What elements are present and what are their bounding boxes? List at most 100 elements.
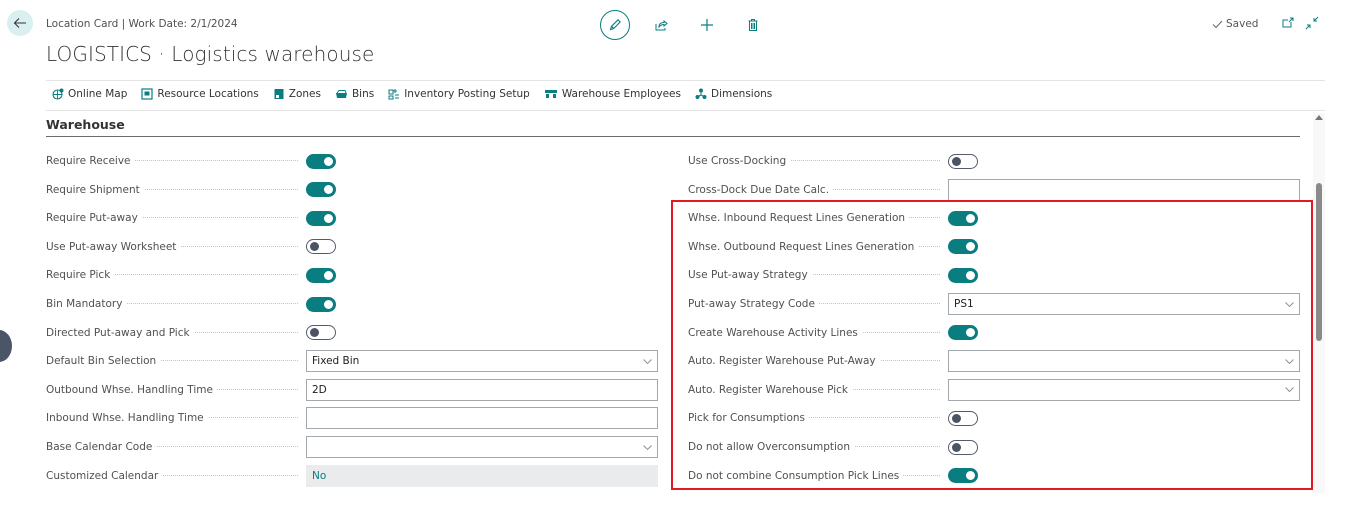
field-label-text: Whse. Inbound Request Lines Generation	[688, 212, 910, 225]
require-receive-toggle[interactable]	[306, 153, 336, 169]
scroll-thumb[interactable]	[1316, 183, 1322, 341]
breadcrumb: Location Card | Work Date: 2/1/2024	[46, 18, 238, 30]
field-use-cross-docking: Use Cross-Docking	[688, 150, 978, 172]
field-use-put-away-strategy: Use Put-away Strategy	[688, 264, 978, 286]
section-title-warehouse: Warehouse	[46, 117, 125, 132]
field-label-text: Bin Mandatory	[46, 298, 127, 310]
default-bin-selection-select[interactable]: Fixed Bin	[306, 350, 658, 373]
field-value: No	[312, 469, 327, 482]
field-label: Customized Calendar	[46, 469, 304, 482]
field-label: Use Put-away Strategy	[688, 269, 946, 282]
action-bar-divider	[46, 110, 1325, 111]
action-bar: Online Map Resource Locations Zones Bins Inv…	[52, 88, 786, 100]
action-resource-locations[interactable]: Resource Locations	[141, 88, 259, 100]
action-dimensions[interactable]: Dimensions	[695, 88, 772, 100]
field-whse-inbound-request-lines-generation: Whse. Inbound Request Lines Generation	[688, 207, 978, 229]
chevron-down-icon	[643, 358, 652, 364]
field-put-away-strategy-code: Put-away Strategy Code PS1	[688, 293, 1300, 315]
action-label: Resource Locations	[157, 88, 259, 100]
field-label-text: Use Cross-Docking	[688, 155, 791, 167]
saved-status: Saved	[1212, 18, 1258, 30]
field-value: PS1	[954, 298, 974, 310]
action-zones[interactable]: Zones	[273, 88, 321, 100]
action-label: Zones	[288, 88, 321, 100]
field-label-text: Whse. Outbound Request Lines Generation	[688, 240, 919, 253]
pick-for-consumptions-toggle[interactable]	[948, 410, 978, 426]
action-label: Warehouse Employees	[561, 88, 681, 100]
field-label-text: Directed Put-away and Pick	[46, 326, 194, 339]
cross-dock-due-date-calc-input[interactable]	[948, 178, 1300, 201]
field-do-not-combine-consumption-pick-lines: Do not combine Consumption Pick Lines	[688, 465, 978, 487]
back-button[interactable]	[7, 10, 33, 36]
field-label-text: Require Shipment	[46, 183, 144, 196]
edit-button[interactable]	[600, 10, 630, 40]
globe-map-icon	[52, 88, 64, 100]
chevron-down-icon	[1285, 301, 1294, 307]
field-label: Require Pick	[46, 269, 304, 282]
base-calendar-code-select[interactable]	[306, 436, 658, 458]
top-actions	[600, 10, 768, 40]
new-button[interactable]	[692, 10, 722, 40]
open-new-window-icon[interactable]	[1281, 16, 1295, 30]
auto-register-warehouse-pick-select[interactable]	[948, 378, 1300, 401]
field-label: Auto. Register Warehouse Pick	[688, 383, 946, 396]
action-online-map[interactable]: Online Map	[52, 88, 127, 100]
bin-mandatory-toggle[interactable]	[306, 296, 336, 312]
chevron-down-icon	[643, 444, 652, 450]
field-label: Do not allow Overconsumption	[688, 441, 946, 453]
inventory-setup-icon	[388, 88, 400, 100]
action-bins[interactable]: Bins	[335, 88, 374, 100]
whse-inbound-request-lines-generation-toggle[interactable]	[948, 210, 978, 226]
action-inventory-posting-setup[interactable]: Inventory Posting Setup	[388, 88, 530, 100]
field-label-text: Pick for Consumptions	[688, 412, 809, 425]
field-label-text: Customized Calendar	[46, 469, 163, 482]
vertical-scrollbar[interactable]	[1313, 113, 1325, 493]
pencil-icon	[609, 19, 621, 31]
field-outbound-whse-handling-time: Outbound Whse. Handling Time 2D	[46, 378, 658, 401]
do-not-allow-overconsumption-toggle[interactable]	[948, 439, 978, 455]
zones-icon	[273, 88, 285, 100]
collapse-icon[interactable]	[1305, 16, 1319, 30]
auto-register-warehouse-put-away-select[interactable]	[948, 350, 1300, 373]
require-put-away-toggle[interactable]	[306, 210, 336, 226]
use-put-away-strategy-toggle[interactable]	[948, 267, 978, 283]
field-label-text: Put-away Strategy Code	[688, 298, 819, 310]
field-label-text: Auto. Register Warehouse Pick	[688, 383, 853, 396]
use-put-away-worksheet-toggle[interactable]	[306, 239, 336, 255]
field-value: 2D	[312, 383, 327, 396]
field-directed-put-away-and-pick: Directed Put-away and Pick	[46, 322, 336, 344]
field-label: Put-away Strategy Code	[688, 298, 946, 310]
employees-icon	[544, 88, 558, 100]
field-require-shipment: Require Shipment	[46, 179, 336, 201]
plus-icon	[701, 19, 713, 31]
directed-put-away-and-pick-toggle[interactable]	[306, 325, 336, 341]
field-label-text: Outbound Whse. Handling Time	[46, 383, 217, 396]
put-away-strategy-code-select[interactable]: PS1	[948, 293, 1300, 315]
share-button[interactable]	[646, 10, 676, 40]
field-label-text: Inbound Whse. Handling Time	[46, 412, 208, 425]
inbound-whse-handling-time-input[interactable]	[306, 407, 658, 430]
field-default-bin-selection: Default Bin Selection Fixed Bin	[46, 350, 658, 373]
require-shipment-toggle[interactable]	[306, 182, 336, 198]
field-label-text: Use Put-away Worksheet	[46, 240, 181, 253]
field-label: Default Bin Selection	[46, 355, 304, 368]
field-label: Require Receive	[46, 155, 304, 167]
whse-outbound-request-lines-generation-toggle[interactable]	[948, 239, 978, 255]
field-require-pick: Require Pick	[46, 264, 336, 286]
side-panel-handle[interactable]	[0, 330, 12, 362]
field-label-text: Default Bin Selection	[46, 355, 161, 368]
require-pick-toggle[interactable]	[306, 267, 336, 283]
section-divider	[46, 136, 1300, 137]
field-use-put-away-worksheet: Use Put-away Worksheet	[46, 236, 336, 258]
action-label: Online Map	[68, 88, 128, 100]
outbound-whse-handling-time-input[interactable]: 2D	[306, 378, 658, 401]
dimensions-icon	[695, 88, 707, 100]
use-cross-docking-toggle[interactable]	[948, 153, 978, 169]
do-not-combine-consumption-pick-lines-toggle[interactable]	[948, 468, 978, 484]
create-warehouse-activity-lines-toggle[interactable]	[948, 325, 978, 341]
saved-label: Saved	[1226, 18, 1259, 30]
page-title: LOGISTICS · Logistics warehouse	[46, 42, 375, 66]
scroll-up-arrow-icon[interactable]	[1315, 115, 1323, 120]
delete-button[interactable]	[738, 10, 768, 40]
action-warehouse-employees[interactable]: Warehouse Employees	[544, 88, 681, 100]
